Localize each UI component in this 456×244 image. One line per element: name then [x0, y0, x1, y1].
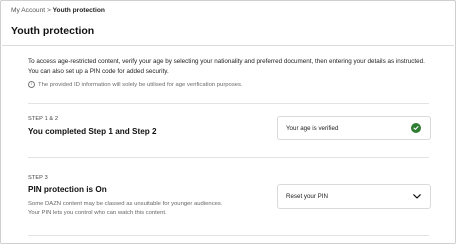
step-1-2-title: You completed Step 1 and Step 2: [28, 127, 157, 136]
age-verified-status: Your age is verified: [277, 116, 431, 140]
chevron-down-icon: [413, 194, 421, 199]
account-panel: My Account > Youth protection Youth prot…: [0, 0, 456, 244]
step-1-2-label: STEP 1 & 2: [28, 116, 59, 122]
page-title: Youth protection: [11, 25, 95, 37]
check-circle-icon: [411, 123, 421, 133]
intro-text: To access age-restricted content, verify…: [28, 58, 425, 75]
intro-section: To access age-restricted content, verify…: [28, 57, 429, 88]
section-divider: [28, 103, 429, 104]
reset-pin-dropdown[interactable]: Reset your PIN: [277, 184, 431, 209]
breadcrumb-current: Youth protection: [52, 7, 105, 14]
breadcrumb-my-account-link[interactable]: My Account: [11, 7, 45, 14]
breadcrumb-separator: >: [46, 7, 51, 14]
breadcrumb: My Account > Youth protection: [11, 7, 105, 14]
id-info-note: i The provided ID information will solel…: [28, 81, 429, 88]
reset-pin-label: Reset your PIN: [286, 193, 328, 200]
step-3-description: Some DAZN content may be classed as unsu…: [28, 201, 223, 216]
section-divider: [28, 157, 429, 158]
section-divider: [28, 235, 429, 236]
id-info-note-text: The provided ID information will solely …: [38, 81, 243, 88]
step-3-label: STEP 3: [28, 175, 48, 181]
step-3-title: PIN protection is On: [28, 185, 107, 194]
title-divider: [2, 45, 454, 46]
info-icon: i: [28, 81, 35, 88]
age-verified-status-text: Your age is verified: [286, 124, 339, 132]
